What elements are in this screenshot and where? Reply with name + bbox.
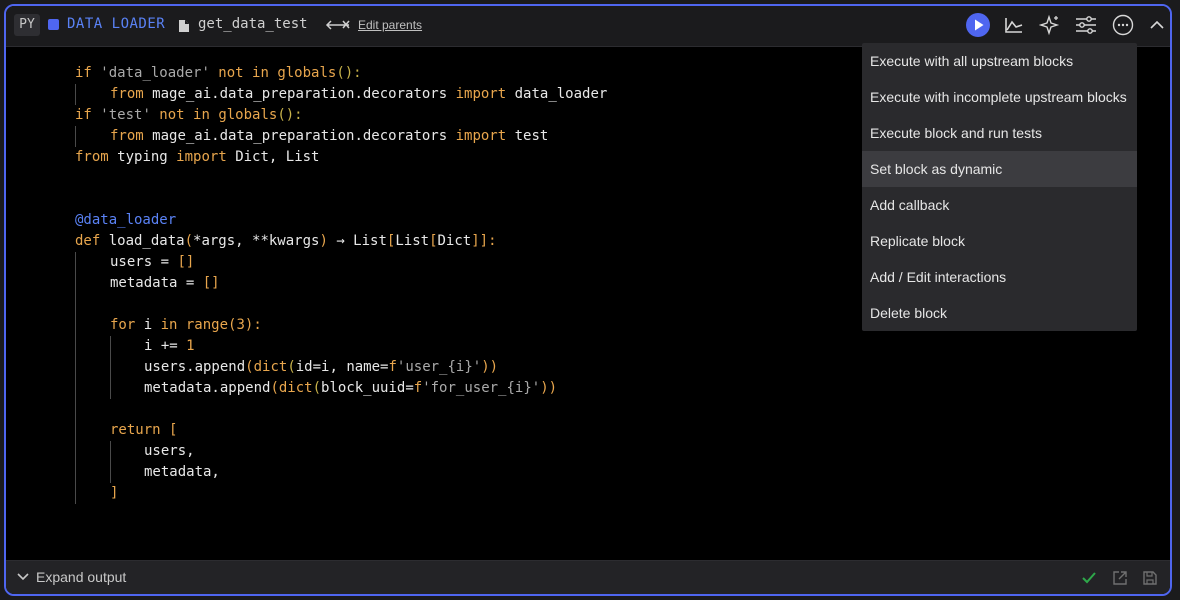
code-line: metadata.append(dict(block_uuid=f'for_us… — [144, 380, 558, 396]
block-header: PY DATA LOADER get_data_test Edit parent… — [6, 6, 1170, 47]
code-line: from mage_ai.data_preparation.decorators… — [110, 128, 549, 144]
code-line: metadata, — [144, 464, 220, 480]
code-block: PY DATA LOADER get_data_test Edit parent… — [4, 4, 1172, 596]
chart-icon — [1005, 18, 1023, 33]
menu-item-add-callback[interactable]: Add callback — [862, 187, 1137, 223]
code-line: if 'test' not in globals(): — [75, 107, 303, 123]
menu-item-delete-block[interactable]: Delete block — [862, 295, 1137, 331]
menu-item-set-dynamic[interactable]: Set block as dynamic — [862, 151, 1137, 187]
indent-guide — [110, 441, 111, 483]
menu-item-execute-and-test[interactable]: Execute block and run tests — [862, 115, 1137, 151]
code-line: users, — [144, 443, 195, 459]
code-line: return [ — [110, 422, 178, 438]
collapse-button[interactable] — [1144, 12, 1170, 38]
sliders-icon — [1076, 16, 1096, 34]
code-line: @data_loader — [75, 212, 177, 228]
code-line: i += 1 — [144, 338, 195, 354]
more-options-button[interactable] — [1110, 12, 1136, 38]
code-line: from mage_ai.data_preparation.decorators… — [110, 86, 608, 102]
chevron-up-icon — [1150, 20, 1164, 29]
block-name[interactable]: get_data_test — [198, 16, 308, 32]
code-line: users = [] — [110, 254, 195, 270]
parents-arrows-icon — [325, 20, 350, 30]
code-line: users.append(dict(id=i, name=f'user_{i}'… — [144, 359, 499, 375]
chevron-down-icon — [17, 573, 29, 581]
play-icon — [966, 13, 990, 37]
indent-guide — [110, 336, 111, 399]
menu-item-replicate-block[interactable]: Replicate block — [862, 223, 1137, 259]
ai-button[interactable] — [1037, 12, 1063, 38]
settings-button[interactable] — [1073, 12, 1099, 38]
sparkle-icon — [1039, 14, 1060, 36]
indent-guide — [75, 252, 76, 504]
edit-parents-link[interactable]: Edit parents — [358, 18, 422, 32]
run-block-button[interactable] — [965, 12, 991, 38]
chart-button[interactable] — [1001, 12, 1027, 38]
block-type-label: DATA LOADER — [67, 16, 166, 32]
menu-item-execute-all-upstream[interactable]: Execute with all upstream blocks — [862, 43, 1137, 79]
check-icon — [1082, 572, 1096, 584]
save-output-button[interactable] — [1139, 567, 1161, 589]
code-line: metadata = [] — [110, 275, 220, 291]
output-footer: Expand output — [6, 560, 1170, 594]
indent-guide — [75, 126, 76, 147]
file-icon — [179, 20, 189, 32]
status-success — [1078, 567, 1100, 589]
block-actions-menu: Execute with all upstream blocks Execute… — [862, 43, 1137, 331]
indent-guide — [75, 84, 76, 105]
open-external-button[interactable] — [1109, 567, 1131, 589]
more-icon — [1112, 14, 1134, 36]
save-icon — [1143, 571, 1157, 585]
code-line: def load_data(*args, **kwargs) → List[Li… — [75, 233, 497, 249]
expand-output-button[interactable]: Expand output — [16, 569, 126, 585]
code-line: from typing import Dict, List — [75, 149, 320, 165]
expand-output-label: Expand output — [36, 569, 127, 585]
code-line: ] — [110, 485, 119, 501]
block-type-color-square — [48, 19, 59, 30]
menu-item-edit-interactions[interactable]: Add / Edit interactions — [862, 259, 1137, 295]
code-line: if 'data_loader' not in globals(): — [75, 65, 362, 81]
language-badge: PY — [14, 14, 40, 36]
code-line: for i in range(3): — [110, 317, 262, 333]
external-link-icon — [1113, 571, 1127, 585]
menu-item-execute-incomplete-upstream[interactable]: Execute with incomplete upstream blocks — [862, 79, 1137, 115]
